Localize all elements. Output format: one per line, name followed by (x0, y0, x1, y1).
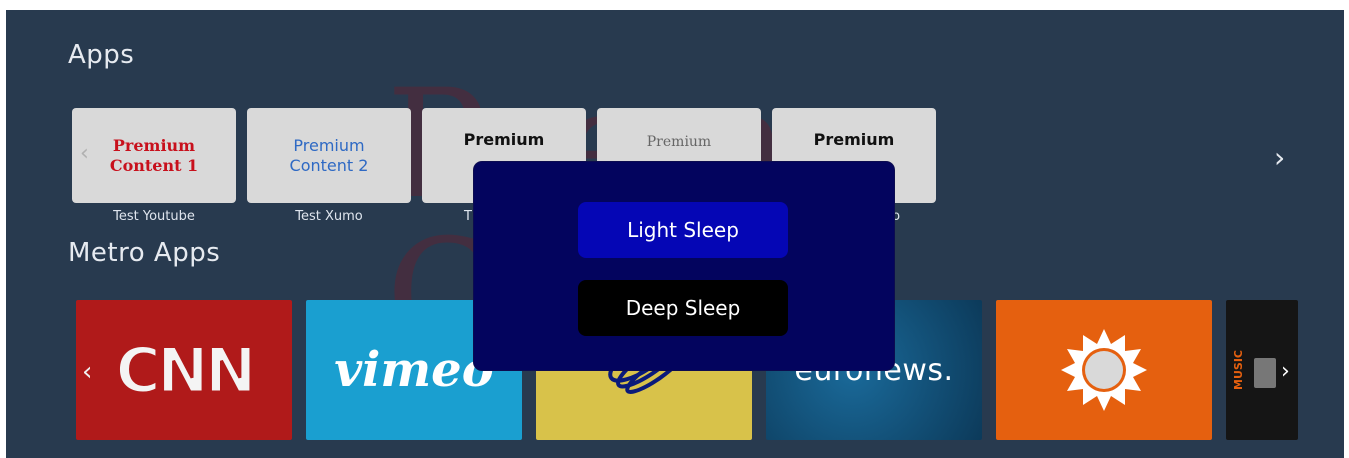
chevron-right-icon[interactable]: › (1281, 358, 1290, 386)
light-sleep-button[interactable]: Light Sleep (578, 202, 788, 258)
tv-home-screen: PremCont1 Apps Premium Content 1 Test Yo… (6, 10, 1344, 458)
deep-sleep-button[interactable]: Deep Sleep (578, 280, 788, 336)
music-logo: MUSIC (1232, 350, 1245, 390)
app-label-1: Test Youtube (113, 209, 195, 224)
app-label-3: T (464, 209, 472, 224)
cnn-logo: CNN (114, 332, 258, 408)
chevron-right-icon[interactable]: › (1274, 144, 1285, 172)
app-tile-2-line2: Content 2 (289, 155, 369, 175)
music-app-icon (1254, 358, 1276, 388)
chevron-left-icon[interactable]: ‹ (82, 358, 92, 386)
sun-icon (1061, 329, 1147, 411)
app-tile-3-line1: Premium (463, 130, 545, 149)
metro-apps-section-title: Metro Apps (68, 238, 221, 268)
apps-section-title: Apps (68, 40, 135, 70)
vimeo-logo: vimeo (334, 342, 494, 398)
app-tile-5-line1: Premium (813, 130, 895, 149)
app-tile-2[interactable]: Premium Content 2 (247, 108, 411, 203)
app-label-2: Test Xumo (295, 209, 363, 224)
metro-tile-weather[interactable] (996, 300, 1212, 440)
app-tile-1-line1: Premium (112, 135, 196, 155)
app-tile-2-line1: Premium (293, 135, 365, 155)
sleep-mode-dialog: Light Sleep Deep Sleep (474, 162, 894, 370)
app-tile-4-line1: Premium (646, 134, 712, 150)
metro-tile-cnn[interactable]: CNN (76, 300, 292, 440)
app-tile-1[interactable]: Premium Content 1 (72, 108, 236, 203)
chevron-left-icon[interactable]: ‹ (80, 140, 89, 168)
app-tile-1-line2: Content 1 (109, 155, 199, 175)
